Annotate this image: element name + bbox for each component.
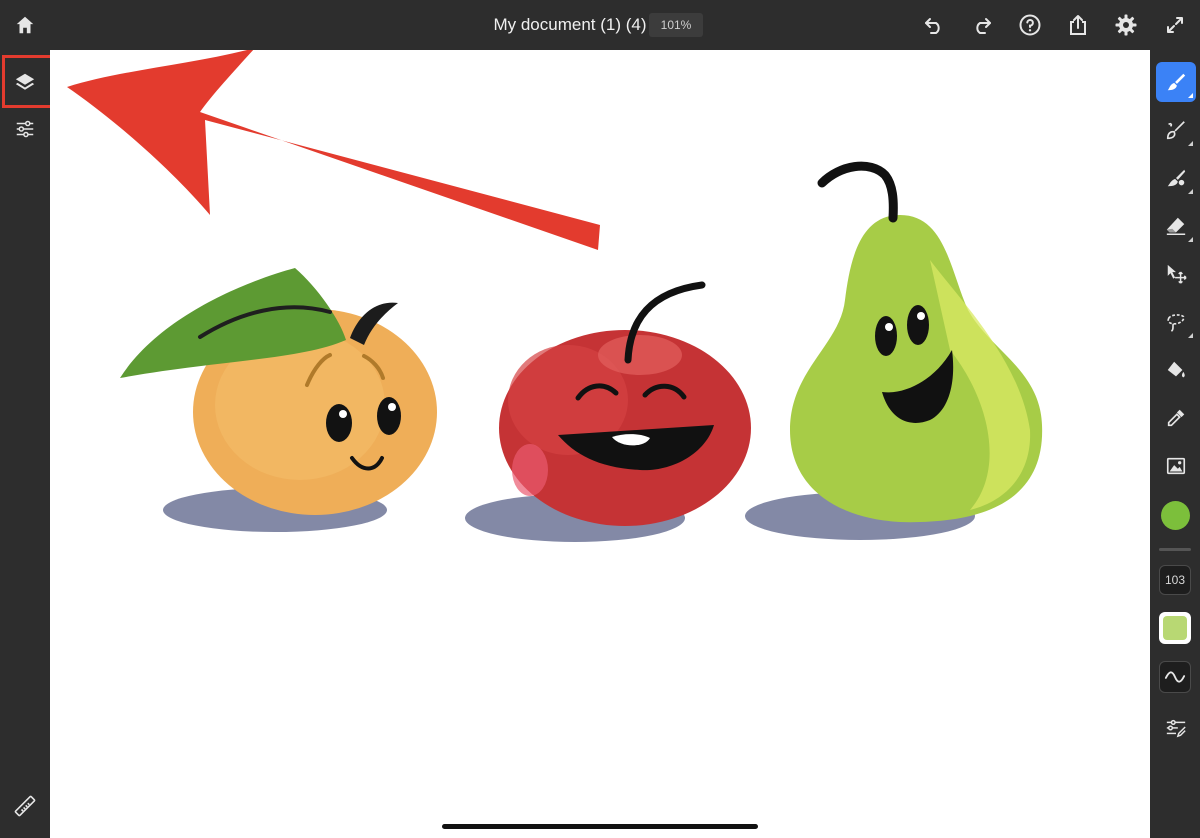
pear xyxy=(790,161,1043,523)
zoom-level[interactable]: 101% xyxy=(649,13,703,37)
smoothing-icon xyxy=(1159,661,1191,693)
current-color-button[interactable] xyxy=(1161,501,1190,530)
brush-settings-icon[interactable] xyxy=(1160,711,1192,743)
fill-bucket-icon[interactable] xyxy=(1160,354,1192,386)
sliders-icon[interactable] xyxy=(10,114,40,144)
fullscreen-icon[interactable] xyxy=(1160,10,1190,40)
home-indicator xyxy=(442,824,758,829)
eyedropper-icon[interactable] xyxy=(1160,402,1192,434)
tool-options-indicator xyxy=(1188,93,1193,98)
share-icon[interactable] xyxy=(1063,10,1093,40)
divider xyxy=(1159,548,1191,551)
gear-icon[interactable] xyxy=(1111,10,1141,40)
ruler-icon[interactable] xyxy=(10,791,40,821)
document-title[interactable]: My document (1) (4) xyxy=(470,14,670,36)
orange xyxy=(120,268,437,515)
apple xyxy=(499,281,751,526)
canvas[interactable] xyxy=(50,50,1150,838)
color-swatch[interactable] xyxy=(1163,616,1187,640)
brush-size-control[interactable]: 103 xyxy=(1159,565,1191,595)
red-arrow-annotation xyxy=(67,50,600,250)
layers-highlight-frame xyxy=(2,55,55,108)
tool-options-indicator xyxy=(1188,141,1193,146)
move-icon[interactable] xyxy=(1160,258,1192,290)
left-panel xyxy=(0,50,50,838)
undo-icon[interactable] xyxy=(919,10,949,40)
tool-options-indicator xyxy=(1188,237,1193,242)
tool-options-indicator xyxy=(1188,189,1193,194)
fruit-illustration xyxy=(67,50,1043,542)
image-icon[interactable] xyxy=(1160,450,1192,482)
redo-icon[interactable] xyxy=(967,10,997,40)
home-icon[interactable] xyxy=(10,10,40,40)
help-icon[interactable] xyxy=(1015,10,1045,40)
tool-options-indicator xyxy=(1188,333,1193,338)
